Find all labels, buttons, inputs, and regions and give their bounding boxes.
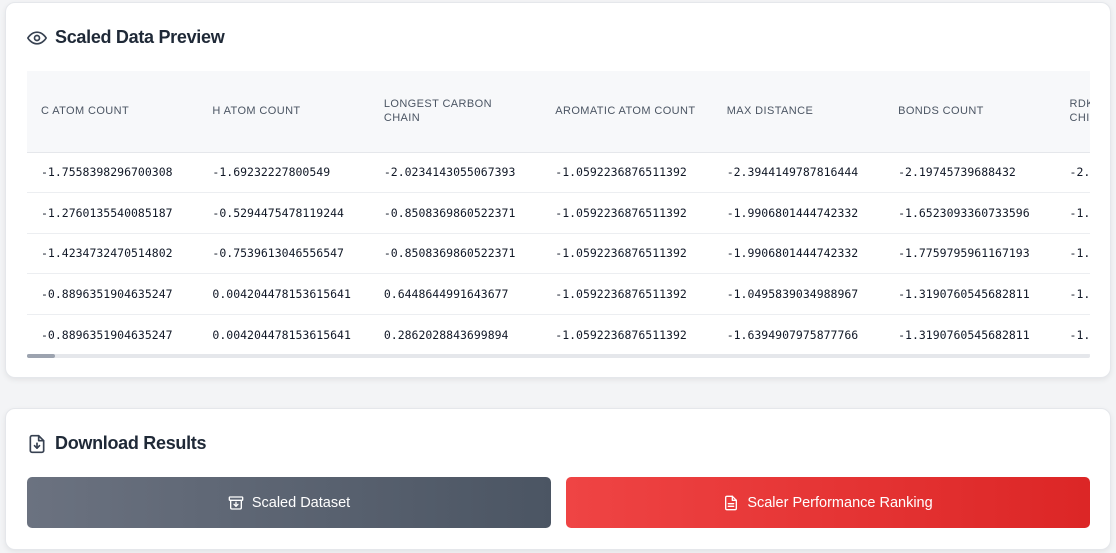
data-table-container[interactable]: C Atom Count H Atom Count Longest Carbon…: [27, 71, 1090, 360]
table-cell: 0.2862028843699894: [369, 314, 542, 356]
table-cell: -1.2760135540085187: [27, 192, 199, 234]
table-cell: -1.69232227800549: [198, 152, 370, 194]
table-cell: -1.235215775: [1055, 273, 1090, 315]
download-results-card: Download Results Scaled Dataset Scaler P…: [5, 408, 1111, 550]
table-cell: -0.7539613046556547: [198, 233, 370, 275]
table-cell: -1.3190760545682811: [884, 273, 1056, 315]
table-cell: -1.631437745: [1055, 192, 1090, 234]
scaler-performance-ranking-label: Scaler Performance Ranking: [747, 494, 933, 511]
table-cell: -0.8896351904635247: [27, 273, 199, 315]
table-cell: -1.6523093360733596: [884, 192, 1056, 234]
table-cell: 0.6448644991643677: [369, 273, 542, 315]
table-cell: -1.0592236876511392: [541, 314, 713, 356]
table-cell: -1.9906801444742332: [712, 192, 885, 234]
table-row: -1.4234732470514802 -0.7539613046556547 …: [27, 233, 1090, 275]
table-cell: -0.8508369860522371: [369, 192, 542, 234]
table-cell: -1.0592236876511392: [541, 152, 713, 194]
scaled-dataset-label: Scaled Dataset: [251, 494, 351, 511]
scaled-dataset-button[interactable]: Scaled Dataset: [27, 477, 551, 528]
table-cell: -1.0592236876511392: [541, 273, 713, 315]
table-cell: -1.3190760545682811: [884, 314, 1056, 356]
table-header-row: C Atom Count H Atom Count Longest Carbon…: [27, 71, 1090, 153]
table-cell: -2.0234143055067393: [369, 152, 542, 194]
horizontal-scrollbar[interactable]: [27, 354, 1090, 358]
table-cell: -1.9906801444742332: [712, 233, 885, 275]
column-header: RDKit Descriptor Chi0: [1055, 71, 1090, 153]
table-cell: -1.0592236876511392: [541, 233, 713, 275]
scrollbar-thumb[interactable]: [27, 354, 55, 358]
table-cell: -0.8508369860522371: [369, 233, 542, 275]
table-cell: -0.8896351904635247: [27, 314, 199, 356]
table-cell: -2.19745739688432: [884, 152, 1056, 194]
eye-icon: [27, 28, 48, 48]
download-header: Download Results: [27, 433, 207, 454]
table-cell: -1.0495839034988967: [712, 273, 885, 315]
table-cell: 0.004204478153615641: [198, 273, 370, 315]
table-cell: 0.004204478153615641: [198, 314, 370, 356]
column-header: Max Distance: [712, 71, 885, 153]
column-header: Bonds Count: [884, 71, 1056, 153]
preview-header: Scaled Data Preview: [27, 27, 225, 48]
table-cell: -1.0592236876511392: [541, 192, 713, 234]
column-header: C Atom Count: [27, 71, 199, 153]
download-title: Download Results: [55, 433, 207, 453]
column-header: H Atom Count: [198, 71, 370, 153]
file-download-icon: [27, 434, 47, 454]
scaler-performance-ranking-button[interactable]: Scaler Performance Ranking: [566, 477, 1090, 528]
preview-title: Scaled Data Preview: [55, 27, 225, 47]
table-cell: -1.6394907975877766: [712, 314, 885, 356]
table-cell: -2.3944149787816444: [712, 152, 885, 194]
column-header: Longest Carbon Chain: [369, 71, 542, 153]
scaled-data-preview-card: Scaled Data Preview C Atom Count H Atom …: [5, 2, 1111, 378]
table-cell: -1.7558398296700308: [27, 152, 199, 194]
table-row: -1.2760135540085187 -0.5294475478119244 …: [27, 192, 1090, 234]
column-header: Aromatic Atom Count: [541, 71, 713, 153]
table-row: -0.8896351904635247 0.004204478153615641…: [27, 273, 1090, 315]
table-cell: -1.4234732470514802: [27, 233, 199, 275]
archive-download-icon: [228, 495, 244, 511]
table-cell: -1.171515212: [1055, 314, 1090, 356]
table-cell: -1.829135803: [1055, 233, 1090, 275]
data-table: C Atom Count H Atom Count Longest Carbon…: [27, 71, 1090, 356]
document-icon: [723, 495, 739, 511]
table-cell: -1.7759795961167193: [884, 233, 1056, 275]
table-row: -1.7558398296700308 -1.69232227800549 -2…: [27, 152, 1090, 194]
table-cell: -2.460460724: [1055, 152, 1090, 194]
table-row: -0.8896351904635247 0.004204478153615641…: [27, 314, 1090, 356]
table-cell: -0.5294475478119244: [198, 192, 370, 234]
